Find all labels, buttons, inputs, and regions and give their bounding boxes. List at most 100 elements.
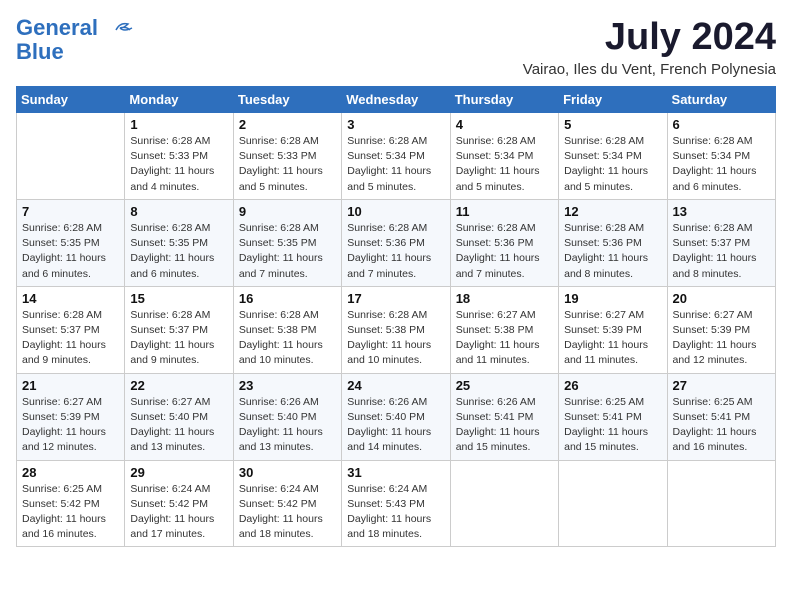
calendar-cell: 18 Sunrise: 6:27 AMSunset: 5:38 PMDayligh… xyxy=(450,286,558,373)
calendar-cell: 28 Sunrise: 6:25 AMSunset: 5:42 PMDayligh… xyxy=(17,460,125,547)
calendar-cell: 20Sunrise: 6:27 AMSunset: 5:39 PMDayligh… xyxy=(667,286,775,373)
day-number: 4 xyxy=(456,117,553,132)
day-info: Sunrise: 6:28 AMSunset: 5:34 PMDaylight:… xyxy=(456,134,553,195)
day-info: Sunrise: 6:24 AMSunset: 5:43 PMDaylight:… xyxy=(347,482,444,543)
calendar-cell: 22 Sunrise: 6:27 AMSunset: 5:40 PMDayligh… xyxy=(125,373,233,460)
logo-blue: Blue xyxy=(16,39,64,64)
calendar-cell xyxy=(17,113,125,200)
day-info: Sunrise: 6:27 AMSunset: 5:38 PMDaylight:… xyxy=(456,308,553,369)
calendar-cell: 11 Sunrise: 6:28 AMSunset: 5:36 PMDayligh… xyxy=(450,199,558,286)
calendar-cell: 2Sunrise: 6:28 AMSunset: 5:33 PMDaylight… xyxy=(233,113,341,200)
day-info: Sunrise: 6:28 AMSunset: 5:34 PMDaylight:… xyxy=(347,134,444,195)
calendar-cell: 4 Sunrise: 6:28 AMSunset: 5:34 PMDaylight… xyxy=(450,113,558,200)
day-number: 1 xyxy=(130,117,227,132)
calendar-cell: 31 Sunrise: 6:24 AMSunset: 5:43 PMDayligh… xyxy=(342,460,450,547)
day-number: 31 xyxy=(347,465,444,480)
calendar-table: SundayMondayTuesdayWednesdayThursdayFrid… xyxy=(16,86,776,547)
day-number: 23 xyxy=(239,378,336,393)
calendar-cell: 6Sunrise: 6:28 AMSunset: 5:34 PMDaylight… xyxy=(667,113,775,200)
calendar-week-row: 14 Sunrise: 6:28 AMSunset: 5:37 PMDayligh… xyxy=(17,286,776,373)
day-info: Sunrise: 6:28 AMSunset: 5:38 PMDaylight:… xyxy=(347,308,444,369)
calendar-cell: 21Sunrise: 6:27 AMSunset: 5:39 PMDayligh… xyxy=(17,373,125,460)
month-title: July 2024 xyxy=(523,16,776,59)
day-number: 19 xyxy=(564,291,661,306)
calendar-week-row: 21Sunrise: 6:27 AMSunset: 5:39 PMDayligh… xyxy=(17,373,776,460)
day-info: Sunrise: 6:28 AMSunset: 5:35 PMDaylight:… xyxy=(130,221,227,282)
calendar-cell: 17 Sunrise: 6:28 AMSunset: 5:38 PMDayligh… xyxy=(342,286,450,373)
weekday-header-tuesday: Tuesday xyxy=(233,87,341,113)
day-number: 22 xyxy=(130,378,227,393)
day-number: 20 xyxy=(673,291,770,306)
day-info: Sunrise: 6:27 AMSunset: 5:39 PMDaylight:… xyxy=(564,308,661,369)
day-number: 18 xyxy=(456,291,553,306)
day-number: 8 xyxy=(130,204,227,219)
calendar-cell: 9 Sunrise: 6:28 AMSunset: 5:35 PMDaylight… xyxy=(233,199,341,286)
day-info: Sunrise: 6:28 AMSunset: 5:33 PMDaylight:… xyxy=(239,134,336,195)
calendar-cell: 12 Sunrise: 6:28 AMSunset: 5:36 PMDayligh… xyxy=(559,199,667,286)
calendar-cell: 23 Sunrise: 6:26 AMSunset: 5:40 PMDayligh… xyxy=(233,373,341,460)
day-number: 16 xyxy=(239,291,336,306)
day-info: Sunrise: 6:28 AMSunset: 5:35 PMDaylight:… xyxy=(22,221,119,282)
calendar-cell: 30Sunrise: 6:24 AMSunset: 5:42 PMDayligh… xyxy=(233,460,341,547)
calendar-cell: 7 Sunrise: 6:28 AMSunset: 5:35 PMDaylight… xyxy=(17,199,125,286)
day-info: Sunrise: 6:24 AMSunset: 5:42 PMDaylight:… xyxy=(130,482,227,543)
weekday-header-row: SundayMondayTuesdayWednesdayThursdayFrid… xyxy=(17,87,776,113)
weekday-header-saturday: Saturday xyxy=(667,87,775,113)
day-number: 9 xyxy=(239,204,336,219)
logo-general: General xyxy=(16,15,98,40)
title-block: July 2024 Vairao, Iles du Vent, French P… xyxy=(523,16,776,78)
day-number: 24 xyxy=(347,378,444,393)
calendar-cell: 24 Sunrise: 6:26 AMSunset: 5:40 PMDayligh… xyxy=(342,373,450,460)
day-number: 15 xyxy=(130,291,227,306)
day-info: Sunrise: 6:26 AMSunset: 5:40 PMDaylight:… xyxy=(347,395,444,456)
calendar-cell: 8 Sunrise: 6:28 AMSunset: 5:35 PMDaylight… xyxy=(125,199,233,286)
day-info: Sunrise: 6:25 AMSunset: 5:41 PMDaylight:… xyxy=(564,395,661,456)
day-number: 25 xyxy=(456,378,553,393)
calendar-cell xyxy=(450,460,558,547)
weekday-header-monday: Monday xyxy=(125,87,233,113)
weekday-header-thursday: Thursday xyxy=(450,87,558,113)
day-number: 14 xyxy=(22,291,119,306)
calendar-cell: 3Sunrise: 6:28 AMSunset: 5:34 PMDaylight… xyxy=(342,113,450,200)
calendar-cell: 14Sunrise: 6:28 AMSunset: 5:37 PMDayligh… xyxy=(17,286,125,373)
day-number: 17 xyxy=(347,291,444,306)
calendar-cell: 27 Sunrise: 6:25 AMSunset: 5:41 PMDayligh… xyxy=(667,373,775,460)
page-header: General Blue July 2024 Vairao, Iles du V… xyxy=(16,16,776,78)
calendar-week-row: 1 Sunrise: 6:28 AMSunset: 5:33 PMDaylight… xyxy=(17,113,776,200)
day-info: Sunrise: 6:28 AMSunset: 5:37 PMDaylight:… xyxy=(130,308,227,369)
location-subtitle: Vairao, Iles du Vent, French Polynesia xyxy=(523,61,776,78)
logo-text: General Blue xyxy=(16,16,98,64)
day-number: 12 xyxy=(564,204,661,219)
weekday-header-friday: Friday xyxy=(559,87,667,113)
day-number: 27 xyxy=(673,378,770,393)
day-info: Sunrise: 6:28 AMSunset: 5:35 PMDaylight:… xyxy=(239,221,336,282)
calendar-cell: 25 Sunrise: 6:26 AMSunset: 5:41 PMDayligh… xyxy=(450,373,558,460)
day-info: Sunrise: 6:28 AMSunset: 5:33 PMDaylight:… xyxy=(130,134,227,195)
day-number: 11 xyxy=(456,204,553,219)
calendar-cell: 29Sunrise: 6:24 AMSunset: 5:42 PMDayligh… xyxy=(125,460,233,547)
calendar-week-row: 28 Sunrise: 6:25 AMSunset: 5:42 PMDayligh… xyxy=(17,460,776,547)
calendar-cell: 16Sunrise: 6:28 AMSunset: 5:38 PMDayligh… xyxy=(233,286,341,373)
day-info: Sunrise: 6:28 AMSunset: 5:37 PMDaylight:… xyxy=(673,221,770,282)
day-number: 10 xyxy=(347,204,444,219)
day-number: 28 xyxy=(22,465,119,480)
day-info: Sunrise: 6:26 AMSunset: 5:40 PMDaylight:… xyxy=(239,395,336,456)
calendar-cell: 10Sunrise: 6:28 AMSunset: 5:36 PMDayligh… xyxy=(342,199,450,286)
day-info: Sunrise: 6:24 AMSunset: 5:42 PMDaylight:… xyxy=(239,482,336,543)
weekday-header-wednesday: Wednesday xyxy=(342,87,450,113)
day-info: Sunrise: 6:27 AMSunset: 5:40 PMDaylight:… xyxy=(130,395,227,456)
calendar-week-row: 7 Sunrise: 6:28 AMSunset: 5:35 PMDaylight… xyxy=(17,199,776,286)
calendar-cell: 26Sunrise: 6:25 AMSunset: 5:41 PMDayligh… xyxy=(559,373,667,460)
day-number: 7 xyxy=(22,204,119,219)
day-info: Sunrise: 6:26 AMSunset: 5:41 PMDaylight:… xyxy=(456,395,553,456)
day-number: 13 xyxy=(673,204,770,219)
day-info: Sunrise: 6:28 AMSunset: 5:36 PMDaylight:… xyxy=(456,221,553,282)
calendar-cell: 19 Sunrise: 6:27 AMSunset: 5:39 PMDayligh… xyxy=(559,286,667,373)
day-info: Sunrise: 6:28 AMSunset: 5:36 PMDaylight:… xyxy=(564,221,661,282)
day-info: Sunrise: 6:28 AMSunset: 5:34 PMDaylight:… xyxy=(564,134,661,195)
calendar-cell: 13 Sunrise: 6:28 AMSunset: 5:37 PMDayligh… xyxy=(667,199,775,286)
day-info: Sunrise: 6:25 AMSunset: 5:41 PMDaylight:… xyxy=(673,395,770,456)
calendar-cell xyxy=(667,460,775,547)
weekday-header-sunday: Sunday xyxy=(17,87,125,113)
day-info: Sunrise: 6:25 AMSunset: 5:42 PMDaylight:… xyxy=(22,482,119,543)
